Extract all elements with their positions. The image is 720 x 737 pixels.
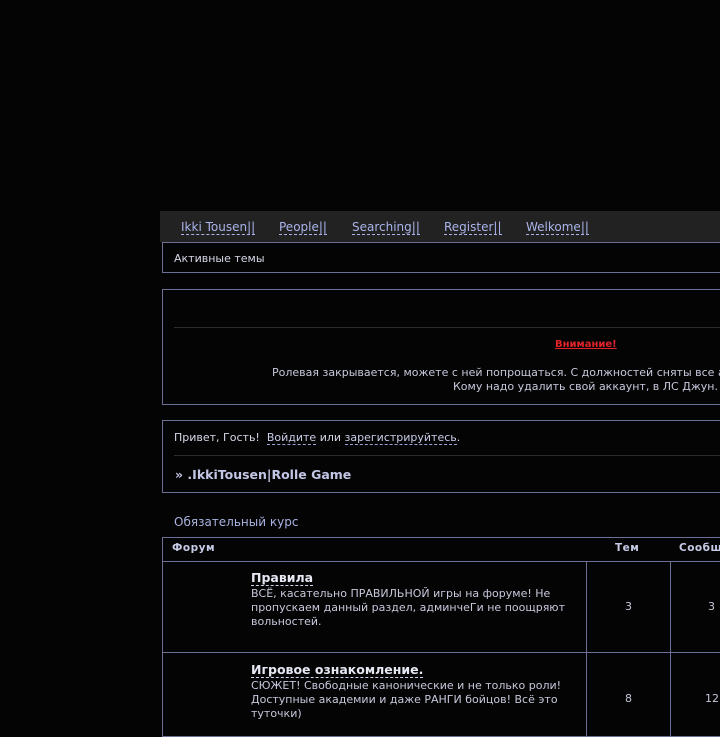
register-link[interactable]: зарегистрируйтесь [344, 431, 457, 445]
topics-count: 8 [625, 692, 632, 705]
header-posts: Сообщ [679, 542, 720, 554]
period-text: . [456, 431, 461, 444]
row-divider [163, 652, 720, 653]
forum-description: СЮЖЕТ! Свободные канонические и не тольк… [251, 679, 562, 720]
nav-link-ikki-tousen[interactable]: Ikki Tousen|| [181, 220, 256, 235]
announcement-panel: Внимание! Ролевая закрывается, можете с … [162, 289, 720, 405]
forum-table: Форум Тем Сообщ Правила ВСЁ, касательно … [162, 537, 720, 737]
announcement-text-line-2: Кому надо удалить свой аккаунт, в ЛС Джу… [453, 380, 718, 393]
main-nav: Ikki Tousen|| People|| Searching|| Regis… [160, 211, 720, 242]
category-title: Обязательный курс [174, 515, 299, 529]
forum-link-rules[interactable]: Правила [251, 571, 314, 586]
greeting-text: Привет, Гость! [174, 431, 260, 444]
header-forum: Форум [172, 542, 216, 554]
nav-link-searching[interactable]: Searching|| [352, 220, 420, 235]
forum-link-game-intro[interactable]: Игровое ознакомление. [251, 663, 424, 678]
guest-greeting: Привет, Гость! Войдите или зарегистрируй… [174, 431, 461, 445]
or-text: или [319, 431, 342, 444]
column-divider [670, 561, 671, 736]
posts-count: 12 [705, 692, 719, 705]
column-divider [586, 561, 587, 736]
announcement-text-line-1: Ролевая закрывается, можете с ней попрощ… [272, 366, 720, 379]
nav-link-register[interactable]: Register|| [444, 220, 502, 235]
nav-link-people[interactable]: People|| [279, 220, 327, 235]
divider [174, 455, 720, 456]
announcement-warning: Внимание! [555, 339, 617, 350]
divider [174, 327, 720, 328]
topics-count: 3 [625, 600, 632, 613]
table-header: Форум Тем Сообщ [163, 538, 720, 562]
posts-count: 3 [708, 600, 715, 613]
active-topics-bar: Активные темы [162, 242, 720, 273]
active-topics-link[interactable]: Активные темы [174, 252, 265, 265]
nav-link-welkome[interactable]: Welkome|| [526, 220, 589, 235]
breadcrumb[interactable]: » .IkkiTousen|Rolle Game [175, 467, 351, 482]
login-link[interactable]: Войдите [266, 431, 317, 445]
header-topics: Тем [615, 542, 640, 554]
forum-description: ВСЁ, касательно ПРАВИЛЬНОЙ игры на форум… [251, 587, 565, 628]
welcome-panel: Привет, Гость! Войдите или зарегистрируй… [162, 420, 720, 493]
